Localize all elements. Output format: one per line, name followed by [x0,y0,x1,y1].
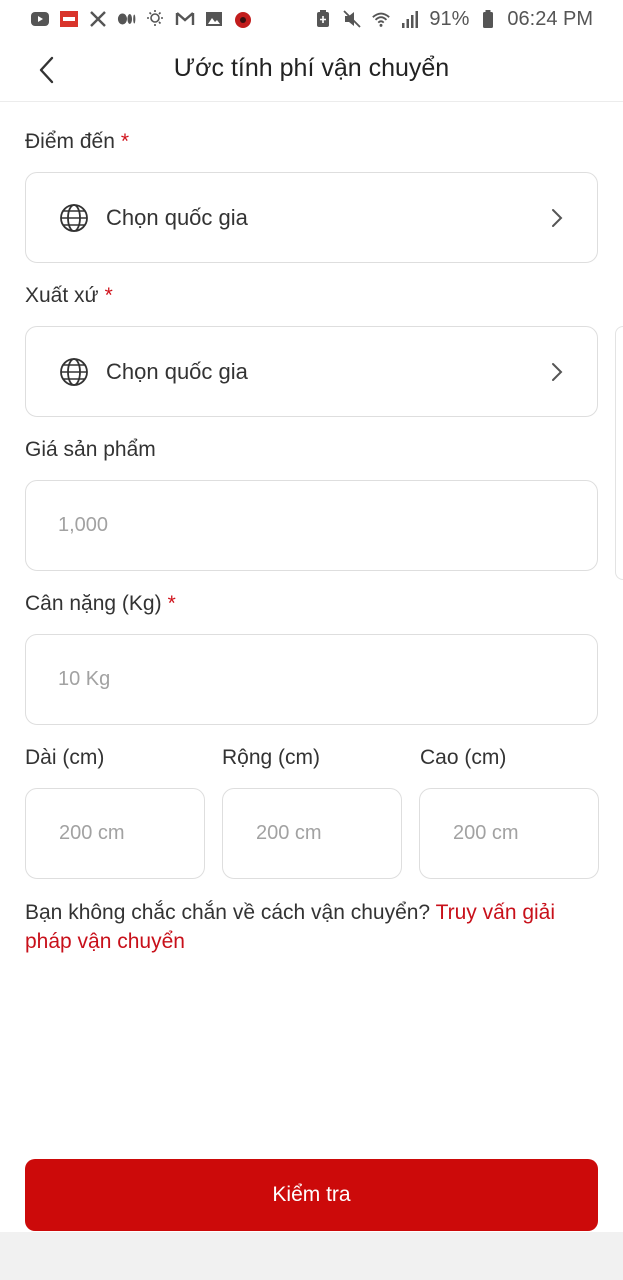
height-label: Cao (cm) [420,746,507,769]
origin-label-text: Xuất xứ [25,284,99,307]
mute-icon [342,9,362,29]
price-input[interactable]: 1,000 [25,480,598,571]
gmail-icon [175,9,195,29]
signal-icon [400,9,420,29]
help-text: Bạn không chắc chắn về cách vận chuyển? [25,901,436,924]
price-label: Giá sản phẩm [25,438,156,461]
chevron-right-icon [547,360,567,384]
gallery-icon [204,9,224,29]
weight-input[interactable]: 10 Kg [25,634,598,725]
origin-value: Chọn quốc gia [106,358,248,384]
globe-icon [58,202,90,234]
width-label: Rộng (cm) [222,746,321,769]
required-mark: * [104,284,113,307]
height-input[interactable]: 200 cm [419,788,599,879]
x-icon [88,9,108,29]
chevron-right-icon [547,206,567,230]
weight-label-text: Cân nặng (Kg) [25,592,162,615]
destination-label-text: Điểm đến [25,130,115,153]
width-input[interactable]: 200 cm [222,788,402,879]
youtube-icon [30,9,50,29]
destination-value: Chọn quốc gia [106,204,248,230]
required-mark: * [120,130,130,153]
battery-saver-icon [313,9,333,29]
clock: 06:24 PM [507,7,593,30]
app-header: Ước tính phí vận chuyển [0,38,623,102]
globe-icon [58,356,90,388]
required-mark: * [167,592,176,615]
check-button[interactable]: Kiểm tra [25,1159,598,1231]
battery-icon [478,9,498,29]
wifi-icon [371,9,391,29]
game-icon [233,9,253,29]
length-input[interactable]: 200 cm [25,788,205,879]
destination-select[interactable]: Chọn quốc gia [25,172,598,263]
destination-label: Điểm đến * [25,130,129,154]
page-title: Ước tính phí vận chuyển [173,54,450,82]
news-app-icon [59,9,79,29]
side-panel-edge [615,326,623,580]
bottom-bar [0,1232,623,1280]
length-label: Dài (cm) [25,746,105,769]
origin-label: Xuất xứ * [25,284,113,308]
shipping-help: Bạn không chắc chắn về cách vận chuyển? … [25,898,605,956]
medium-icon [117,9,137,29]
status-bar: 91% 06:24 PM [0,0,623,38]
origin-select[interactable]: Chọn quốc gia [25,326,598,417]
battery-percent: 91% [429,7,470,30]
system-icons: 91% 06:24 PM [313,8,593,31]
weather-icon [146,9,166,29]
notification-icons [30,9,253,29]
weight-label: Cân nặng (Kg) * [25,592,176,616]
